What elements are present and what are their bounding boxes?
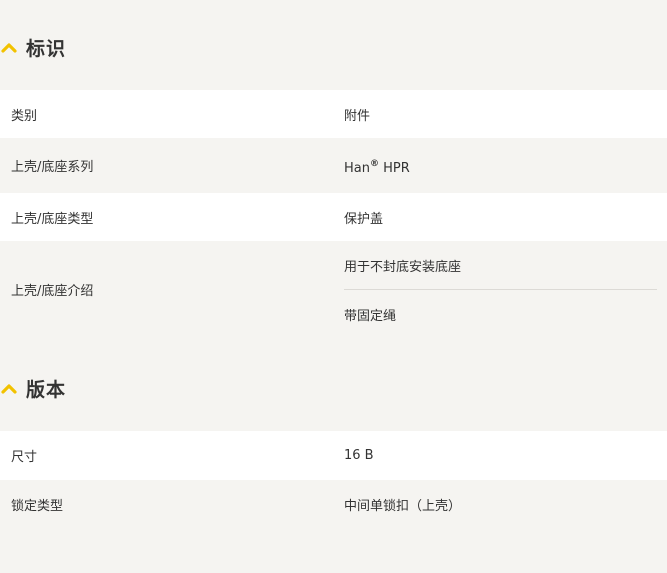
row-label: 上壳/底座类型: [11, 211, 94, 227]
section-title: 版本: [26, 378, 67, 401]
table-row: 类别 附件: [0, 90, 667, 138]
section-header-version[interactable]: 版本: [0, 366, 667, 410]
table-row: 上壳/底座系列 Han® HPR: [0, 138, 667, 193]
table-row: 上壳/底座介绍 用于不封底安装底座 带固定绳: [0, 241, 667, 338]
row-label: 锁定类型: [11, 498, 64, 514]
chevron-up-icon[interactable]: [0, 382, 18, 394]
row-value: 保护盖: [344, 211, 384, 227]
registered-mark: ®: [369, 159, 379, 169]
row-value: 附件: [344, 108, 371, 124]
table-row: 尺寸 16 B: [0, 431, 667, 480]
row-value: 中间单锁扣（上壳）: [344, 498, 462, 514]
series-suffix: HPR: [378, 161, 410, 176]
table-row: 锁定类型 中间单锁扣（上壳）: [0, 480, 667, 528]
list-item: 带固定绳: [344, 289, 657, 338]
row-value-list: 用于不封底安装底座 带固定绳: [344, 241, 657, 338]
row-label: 类别: [11, 108, 38, 124]
section-title: 标识: [26, 37, 67, 60]
row-value: Han® HPR: [334, 155, 667, 176]
list-item: 用于不封底安装底座: [344, 259, 462, 275]
table-row: 上壳/底座类型 保护盖: [0, 193, 667, 241]
section-version: 版本 尺寸 16 B 锁定类型 中间单锁扣（上壳）: [0, 338, 667, 528]
chevron-up-icon[interactable]: [0, 41, 18, 53]
section-identification: 标识 类别 附件 上壳/底座系列 Han® HPR 上壳/底座类型 保护盖 上壳…: [0, 0, 667, 338]
series-name: Han: [344, 161, 370, 176]
row-value: 16 B: [344, 448, 374, 463]
row-label: 尺寸: [11, 450, 38, 465]
section-header-identification[interactable]: 标识: [0, 25, 667, 69]
row-label: 上壳/底座介绍: [11, 284, 94, 299]
row-label: 上壳/底座系列: [11, 160, 94, 175]
